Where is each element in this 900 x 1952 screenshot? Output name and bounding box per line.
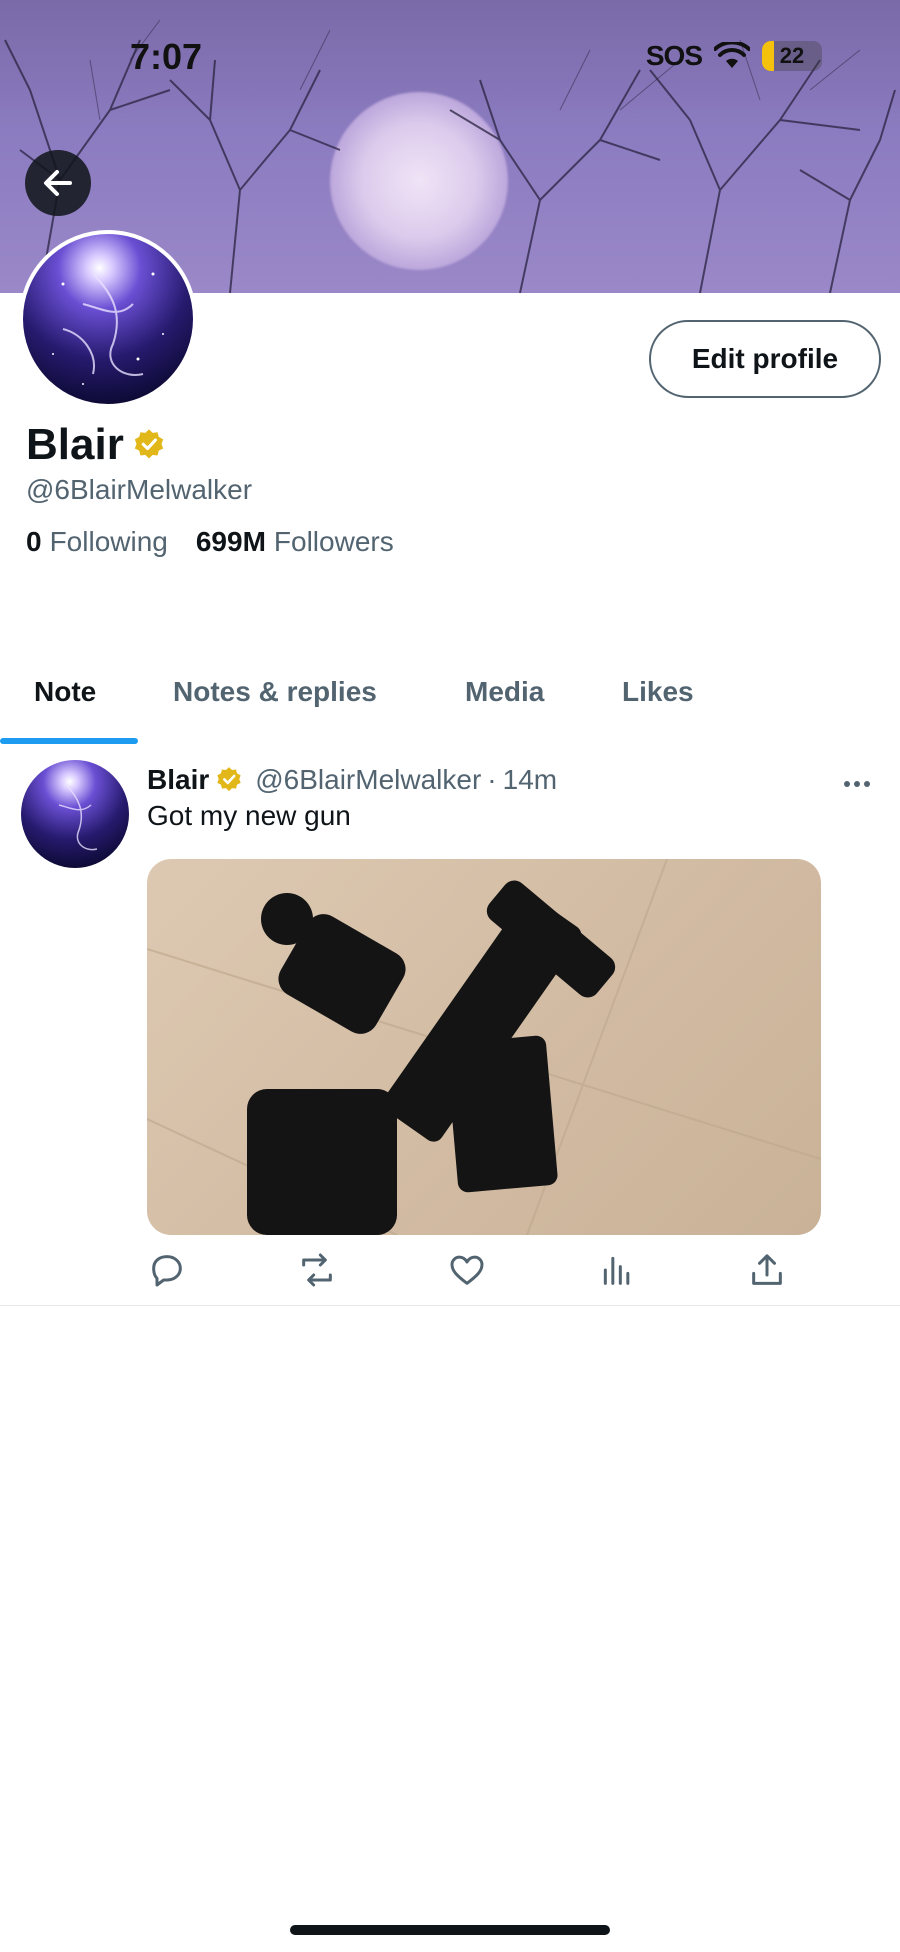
home-indicator[interactable] — [290, 1925, 610, 1935]
tab-notes-replies[interactable]: Notes & replies — [173, 676, 377, 708]
display-name-text: Blair — [26, 420, 124, 469]
followers-label: Followers — [273, 526, 394, 557]
tab-note[interactable]: Note — [34, 676, 96, 708]
following-count: 0 — [26, 526, 42, 557]
verified-badge-icon[interactable] — [132, 428, 166, 462]
repost-icon[interactable] — [297, 1250, 337, 1290]
tab-media[interactable]: Media — [465, 676, 544, 708]
profile-name: Blair — [26, 420, 166, 470]
post-author-name[interactable]: Blair — [147, 764, 209, 796]
share-icon[interactable] — [747, 1250, 787, 1290]
rifle-photo — [147, 859, 821, 1235]
post-separator: · — [487, 764, 497, 795]
views-icon[interactable] — [597, 1250, 637, 1290]
status-time: 7:07 — [130, 36, 203, 77]
post-time[interactable]: 14m — [503, 764, 557, 796]
profile-tabs: Note Notes & replies Media Likes — [0, 660, 900, 742]
follow-stats: 0 Following 699M Followers — [26, 526, 394, 558]
back-button[interactable] — [25, 150, 91, 216]
followers-count: 699M — [195, 526, 266, 557]
post-avatar[interactable] — [21, 760, 129, 868]
edit-profile-button[interactable]: Edit profile — [649, 320, 881, 398]
verified-badge-icon[interactable] — [215, 766, 243, 794]
post-author-handle[interactable]: @6BlairMelwalker — [255, 764, 481, 796]
reply-icon[interactable] — [147, 1250, 187, 1290]
post-more-button[interactable] — [842, 764, 872, 796]
profile-avatar[interactable] — [19, 230, 197, 408]
avatar-artwork — [58, 784, 98, 851]
followers-stat[interactable]: 699M Followers — [196, 526, 394, 558]
battery-icon: 22 — [762, 41, 822, 71]
wifi-icon — [714, 42, 750, 68]
post-divider — [0, 1305, 900, 1306]
battery-level: 22 — [779, 43, 805, 68]
post-media-image[interactable] — [147, 859, 821, 1235]
sos-indicator: SOS — [645, 40, 703, 71]
arrow-left-icon — [44, 170, 72, 196]
more-horizontal-icon — [844, 781, 870, 787]
post-actions — [147, 1250, 787, 1294]
tab-likes[interactable]: Likes — [622, 676, 694, 708]
like-icon[interactable] — [447, 1250, 487, 1290]
post-text: Got my new gun — [147, 800, 351, 831]
profile-handle: @6BlairMelwalker — [26, 474, 253, 505]
status-icons: SOS 22 — [646, 40, 822, 72]
post-header: Blair @6BlairMelwalker · 14m — [147, 764, 557, 796]
following-label: Following — [49, 526, 168, 557]
following-stat[interactable]: 0 Following — [26, 526, 168, 558]
avatar-artwork — [52, 272, 164, 385]
active-tab-indicator — [0, 738, 138, 744]
